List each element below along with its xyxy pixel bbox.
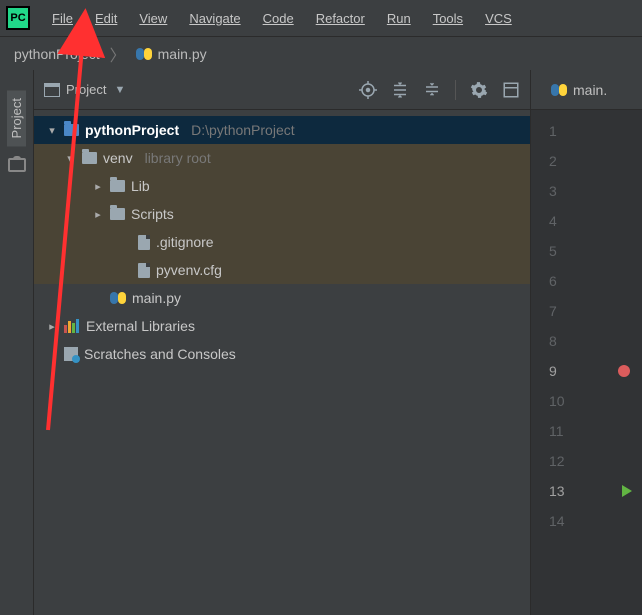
project-tree[interactable]: pythonProject D:\pythonProject venv libr… [34, 110, 530, 374]
tree-gitignore[interactable]: .gitignore [34, 228, 530, 256]
gutter-line[interactable]: 1 [531, 116, 642, 146]
project-panel-header: Project ▼ [34, 70, 530, 110]
menu-run[interactable]: Run [377, 7, 421, 30]
external-libraries-icon [64, 319, 80, 333]
file-icon [138, 235, 150, 250]
tree-scratch-label: Scratches and Consoles [84, 346, 236, 362]
gutter-line[interactable]: 14 [531, 506, 642, 536]
gutter-line[interactable]: 11 [531, 416, 642, 446]
tree-lib[interactable]: Lib [34, 172, 530, 200]
tool-tab-project[interactable]: Project [7, 90, 26, 146]
menu-code[interactable]: Code [253, 7, 304, 30]
chevron-right-icon[interactable] [92, 208, 104, 221]
python-file-icon [551, 82, 567, 98]
tree-gitignore-label: .gitignore [156, 234, 214, 250]
gear-icon[interactable] [470, 81, 488, 99]
menu-refactor[interactable]: Refactor [306, 7, 375, 30]
toolbar-divider [455, 80, 456, 100]
gutter-line[interactable]: 5 [531, 236, 642, 266]
tree-pyvenv[interactable]: pyvenv.cfg [34, 256, 530, 284]
chevron-right-icon[interactable] [46, 320, 58, 333]
folder-icon [64, 124, 79, 136]
tree-lib-label: Lib [131, 178, 150, 194]
app-icon-pycharm: PC [6, 6, 30, 30]
breadcrumb-project[interactable]: pythonProject [14, 46, 100, 62]
menu-vcs[interactable]: VCS [475, 7, 522, 30]
tree-scripts[interactable]: Scripts [34, 200, 530, 228]
tree-venv-label: venv [103, 150, 133, 166]
tree-root-path: D:\pythonProject [191, 122, 295, 138]
gutter-line-breakpoint[interactable]: 9 [531, 356, 642, 386]
menu-navigate[interactable]: Navigate [179, 7, 250, 30]
tree-mainpy[interactable]: main.py [34, 284, 530, 312]
project-panel-toolbar [359, 80, 520, 100]
project-tool-window: Project ▼ pythonProject D:\pythonProject [34, 70, 531, 615]
run-gutter-icon[interactable] [622, 485, 632, 497]
gutter-line[interactable]: 8 [531, 326, 642, 356]
tree-scratches[interactable]: Scratches and Consoles [34, 340, 530, 368]
tree-venv[interactable]: venv library root [34, 144, 530, 172]
menu-edit[interactable]: Edit [85, 7, 127, 30]
collapse-all-icon[interactable] [423, 81, 441, 99]
folder-icon [110, 208, 125, 220]
gutter-line[interactable]: 2 [531, 146, 642, 176]
tree-external-libs[interactable]: External Libraries [34, 312, 530, 340]
tree-mainpy-label: main.py [132, 290, 181, 306]
tool-tab-structure-icon[interactable] [8, 158, 26, 172]
editor-tab-main[interactable]: main. [541, 74, 617, 106]
file-icon [138, 263, 150, 278]
gutter-line[interactable]: 12 [531, 446, 642, 476]
folder-icon [82, 152, 97, 164]
locate-icon[interactable] [359, 81, 377, 99]
chevron-down-icon[interactable] [64, 152, 76, 165]
chevron-down-icon[interactable] [46, 124, 58, 137]
gutter-line[interactable]: 4 [531, 206, 642, 236]
python-file-icon [136, 46, 152, 62]
project-window-icon [44, 83, 60, 97]
editor-area: main. 1 2 3 4 5 6 7 8 9 10 11 12 13 14 [531, 70, 642, 615]
gutter-line-run[interactable]: 13 [531, 476, 642, 506]
menu-tools[interactable]: Tools [423, 7, 473, 30]
menu-view[interactable]: View [129, 7, 177, 30]
editor-tabs: main. [531, 70, 642, 110]
hide-panel-icon[interactable] [502, 81, 520, 99]
menu-bar: PC File Edit View Navigate Code Refactor… [0, 0, 642, 36]
gutter-line[interactable]: 10 [531, 386, 642, 416]
tree-venv-hint: library root [145, 150, 211, 166]
breadcrumb-file[interactable]: main.py [158, 46, 207, 62]
scratches-icon [64, 347, 78, 361]
tree-root[interactable]: pythonProject D:\pythonProject [34, 116, 530, 144]
editor-gutter[interactable]: 1 2 3 4 5 6 7 8 9 10 11 12 13 14 [531, 110, 642, 615]
folder-icon [110, 180, 125, 192]
tree-pyvenv-label: pyvenv.cfg [156, 262, 222, 278]
tree-scripts-label: Scripts [131, 206, 174, 222]
menu-file[interactable]: File [42, 7, 83, 30]
gutter-line[interactable]: 6 [531, 266, 642, 296]
breadcrumb: pythonProject 〉 main.py [0, 36, 642, 70]
gutter-line[interactable]: 7 [531, 296, 642, 326]
tree-root-label: pythonProject [85, 122, 179, 138]
gutter-line[interactable]: 3 [531, 176, 642, 206]
editor-tab-label: main. [573, 82, 607, 98]
tool-gutter-left: Project [0, 70, 34, 615]
chevron-down-icon[interactable]: ▼ [114, 84, 125, 96]
breakpoint-icon[interactable] [618, 365, 630, 377]
breadcrumb-separator: 〉 [106, 42, 130, 66]
expand-all-icon[interactable] [391, 81, 409, 99]
chevron-right-icon[interactable] [92, 180, 104, 193]
project-view-selector[interactable]: Project [66, 82, 106, 97]
tree-extlib-label: External Libraries [86, 318, 195, 334]
python-file-icon [110, 290, 126, 306]
